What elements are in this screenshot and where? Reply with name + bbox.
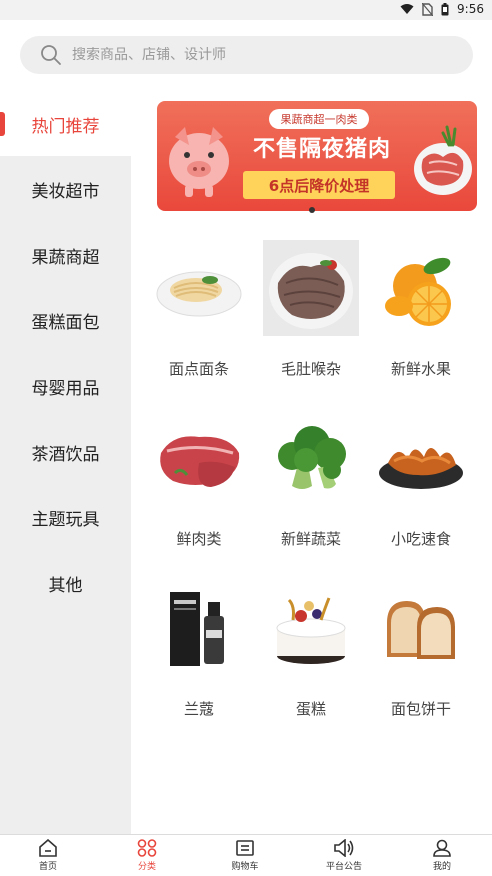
cart-icon — [236, 840, 254, 856]
broccoli-icon — [278, 426, 346, 489]
speaker-icon — [334, 839, 354, 857]
banner-tag: 果蔬商超一肉类 — [269, 109, 369, 129]
tab-home[interactable]: 首页 — [18, 839, 78, 872]
sidebar-item-hot[interactable]: 热门推荐 — [0, 92, 131, 156]
carousel-indicator — [309, 207, 315, 213]
grid-item-label: 新鲜蔬菜 — [280, 530, 341, 548]
grid-item-label: 面包饼干 — [390, 700, 451, 718]
grid-item-snacks[interactable]: 小吃速食 — [367, 410, 475, 549]
cosmetics-icon — [170, 592, 224, 666]
banner-headline: 不售隔夜猪肉 — [252, 137, 391, 162]
tab-label: 我的 — [432, 862, 451, 872]
grid-item-tripe[interactable]: 毛肚喉杂 — [257, 240, 365, 379]
sidebar-item-label: 热门推荐 — [31, 116, 100, 137]
grid-item-label: 毛肚喉杂 — [280, 360, 341, 378]
grid-item-noodles[interactable]: 面点面条 — [145, 240, 253, 379]
sidebar-item-baby[interactable]: 母婴用品 — [0, 354, 131, 418]
grid-item-label: 兰蔻 — [183, 700, 214, 718]
cake-icon — [276, 597, 346, 664]
tab-label: 首页 — [38, 862, 57, 872]
category-icon — [137, 839, 157, 857]
tripe-icon — [269, 253, 353, 329]
grid-item-label: 小吃速食 — [390, 530, 451, 548]
bottom-tab-bar: 首页 分类 购物车 平台公告 我的 — [0, 834, 492, 876]
no-sim-icon — [422, 2, 434, 16]
sidebar-item-bakery[interactable]: 蛋糕面包 — [0, 288, 131, 352]
grid-item-lancome[interactable]: 兰蔻 — [145, 580, 253, 719]
search-bar[interactable] — [20, 36, 473, 74]
sidebar-item-label: 其他 — [48, 575, 83, 596]
noodles-icon — [156, 271, 242, 317]
sidebar-item-label: 茶酒饮品 — [31, 444, 100, 465]
wifi-icon — [400, 4, 414, 14]
grid-item-label: 鲜肉类 — [176, 530, 222, 548]
tab-profile[interactable]: 我的 — [412, 839, 472, 872]
sidebar-item-label: 美妆超市 — [31, 181, 100, 202]
tab-label: 平台公告 — [325, 862, 362, 872]
grid-item-bread[interactable]: 面包饼干 — [367, 580, 475, 719]
promo-banner[interactable]: 果蔬商超一肉类 不售隔夜猪肉 6点后降价处理 — [157, 101, 477, 211]
orange-icon — [385, 257, 451, 326]
home-icon — [39, 839, 57, 857]
tab-announcements[interactable]: 平台公告 — [314, 839, 374, 872]
status-icons: 9:56 — [400, 2, 484, 16]
grid-item-label: 蛋糕 — [295, 700, 326, 718]
banner-subline: 6点后降价处理 — [243, 171, 395, 199]
tab-label: 购物车 — [231, 862, 259, 872]
sidebar-item-label: 主题玩具 — [31, 509, 100, 530]
search-icon — [41, 45, 61, 65]
sidebar-item-beauty[interactable]: 美妆超市 — [0, 157, 131, 221]
sidebar-item-drinks[interactable]: 茶酒饮品 — [0, 420, 131, 484]
chicken-feet-icon — [379, 448, 463, 489]
search-input[interactable] — [72, 47, 432, 63]
meat-icon — [160, 436, 240, 487]
sidebar-item-toys[interactable]: 主题玩具 — [0, 485, 131, 549]
tab-label: 分类 — [137, 862, 156, 872]
user-icon — [433, 839, 451, 857]
bread-icon — [387, 601, 455, 659]
grid-item-veg[interactable]: 新鲜蔬菜 — [257, 410, 365, 549]
grid-item-cake[interactable]: 蛋糕 — [257, 580, 365, 719]
grid-item-label: 面点面条 — [168, 360, 229, 378]
sidebar-item-produce[interactable]: 果蔬商超 — [0, 223, 131, 287]
battery-icon — [441, 2, 449, 15]
tab-cart[interactable]: 购物车 — [215, 839, 275, 872]
grid-item-meat[interactable]: 鲜肉类 — [145, 410, 253, 549]
status-time: 9:56 — [457, 2, 484, 16]
pig-icon — [169, 127, 229, 197]
sidebar-item-other[interactable]: 其他 — [0, 551, 131, 615]
sidebar-item-label: 母婴用品 — [31, 378, 100, 399]
tab-category[interactable]: 分类 — [117, 839, 177, 872]
grid-item-label: 新鲜水果 — [390, 360, 451, 378]
pork-plate-icon — [414, 125, 472, 195]
sidebar-item-label: 蛋糕面包 — [31, 312, 100, 333]
status-bar: 9:56 — [0, 0, 492, 20]
grid-item-fruit[interactable]: 新鲜水果 — [367, 240, 475, 379]
sidebar-item-label: 果蔬商超 — [31, 247, 100, 268]
category-sidebar: 热门推荐 美妆超市 果蔬商超 蛋糕面包 母婴用品 茶酒饮品 主题玩具 其他 — [0, 92, 131, 834]
